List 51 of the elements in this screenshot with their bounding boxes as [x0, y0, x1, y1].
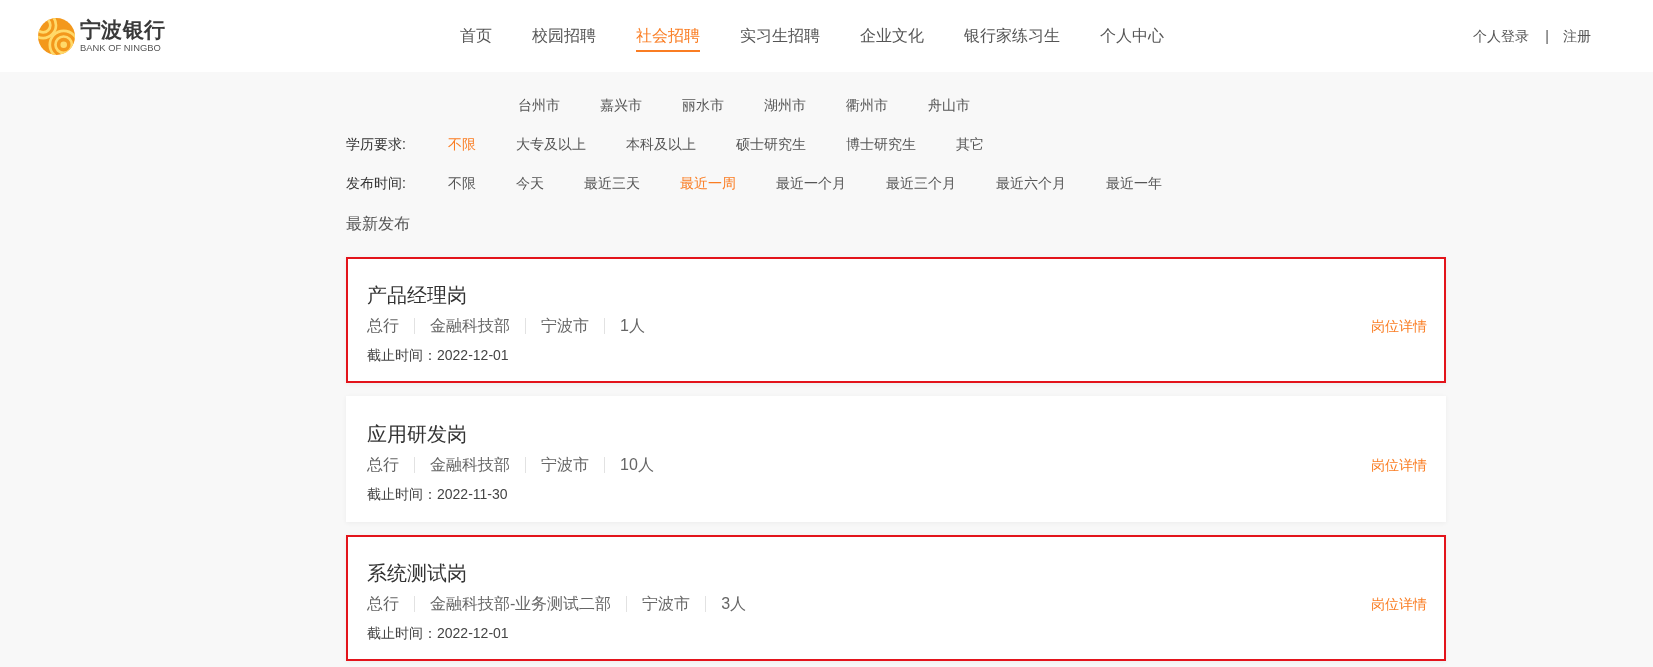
job-meta-text: 金融科技部	[430, 316, 510, 336]
logo-name: 宁波银行	[80, 19, 166, 41]
job-meta-text: 总行	[367, 594, 399, 614]
nav-tab[interactable]: 实习生招聘	[740, 20, 821, 52]
nav-tab[interactable]: 个人中心	[1100, 20, 1165, 52]
link-separator: |	[1545, 27, 1549, 46]
job-title: 应用研发岗	[367, 422, 467, 447]
nav-tab[interactable]: 校园招聘	[532, 20, 597, 52]
job-deadline: 截止时间：2022-12-01	[367, 624, 509, 643]
job-meta-text: 总行	[367, 455, 399, 475]
job-meta-text: 金融科技部	[430, 455, 510, 475]
filter-option[interactable]: 今天	[516, 172, 544, 193]
job-title: 产品经理岗	[367, 283, 467, 308]
filter-option[interactable]: 大专及以上	[516, 133, 586, 154]
sort-option[interactable]: 最新发布	[346, 213, 410, 235]
job-meta-text: 宁波市	[642, 594, 691, 614]
account-link[interactable]: 个人登录	[1473, 26, 1530, 46]
filter-option[interactable]: 最近一年	[1106, 172, 1162, 193]
job-meta-text: 金融科技部-业务测试二部	[430, 594, 612, 614]
filter-option[interactable]: 不限	[448, 172, 476, 193]
filter-option[interactable]: 最近三个月	[886, 172, 956, 193]
account-link[interactable]: 注册	[1563, 26, 1591, 46]
filter-option[interactable]: 最近六个月	[996, 172, 1066, 193]
job-title: 系统测试岗	[367, 561, 467, 586]
job-meta-text: 宁波市	[541, 455, 589, 475]
filter-option[interactable]: 最近三天	[584, 172, 640, 193]
filter-option[interactable]: 湖州市	[764, 94, 806, 115]
filter-option[interactable]: 衢州市	[846, 94, 888, 115]
job-meta-text: 10人	[620, 455, 654, 475]
filter-label: 学历要求:	[346, 134, 407, 154]
nav-tab[interactable]: 首页	[460, 20, 493, 52]
filter-label: 发布时间:	[346, 173, 407, 193]
job-deadline: 截止时间：2022-11-30	[367, 485, 508, 504]
job-meta-text: 1人	[620, 316, 645, 336]
filter-option[interactable]: 最近一个月	[776, 172, 846, 193]
filter-option[interactable]: 本科及以上	[626, 133, 696, 154]
job-meta-text: 宁波市	[541, 316, 589, 336]
logo-icon	[38, 17, 75, 55]
job-meta-text: 3人	[721, 594, 747, 614]
filter-option[interactable]: 丽水市	[682, 94, 724, 115]
filter-option[interactable]: 台州市	[518, 94, 560, 115]
nav-tab[interactable]: 银行家练习生	[964, 20, 1061, 52]
job-deadline: 截止时间：2022-12-01	[367, 346, 509, 365]
nav-tab[interactable]: 企业文化	[860, 20, 925, 52]
filter-option[interactable]: 嘉兴市	[600, 94, 642, 115]
filter-option[interactable]: 博士研究生	[846, 133, 916, 154]
filter-option[interactable]: 舟山市	[928, 94, 970, 115]
job-meta-text: 总行	[367, 316, 399, 336]
logo-subtitle: BANK OF NINGBO	[80, 42, 162, 53]
filter-option[interactable]: 其它	[956, 133, 984, 154]
filter-option[interactable]: 硕士研究生	[736, 133, 806, 154]
